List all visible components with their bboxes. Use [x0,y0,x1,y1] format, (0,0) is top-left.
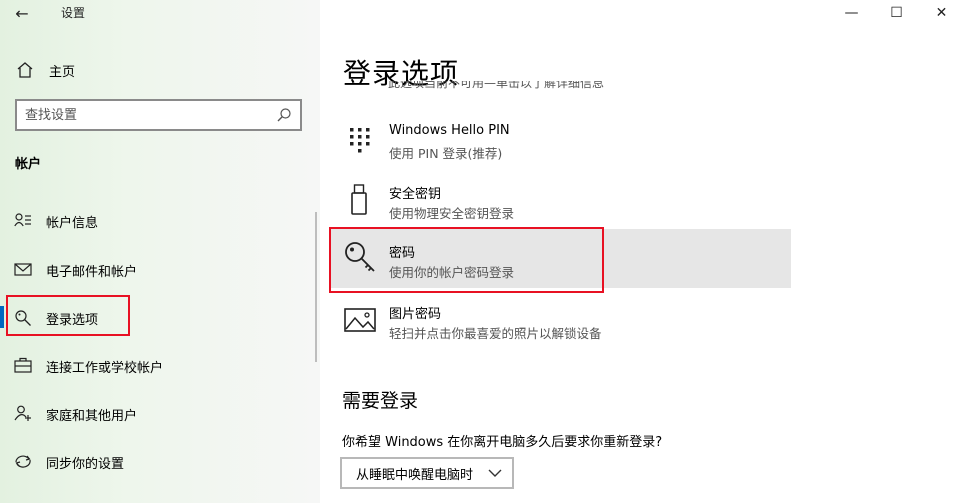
sidebar-item-family[interactable]: 家庭和其他用户 [0,396,314,430]
search-box[interactable] [15,99,302,131]
back-arrow-icon: ← [15,3,29,23]
account-info-icon [14,213,31,227]
option-title: 图片密码 [389,307,442,322]
minimize-icon: — [844,5,859,21]
sidebar-item-work-school[interactable]: 连接工作或学校帐户 [0,348,314,382]
sync-icon [15,455,31,468]
option-security-key[interactable]: 安全密钥 使用物理安全密钥登录 [330,170,790,230]
sidebar-item-label: 帐户信息 [46,216,99,231]
pin-keypad-icon [350,128,370,153]
picture-icon [344,308,376,332]
option-title: 安全密钥 [389,187,442,202]
require-signin-dropdown[interactable]: 从睡眠中唤醒电脑时 [340,457,514,489]
highlight-box [329,227,604,293]
sidebar-item-label: 家庭和其他用户 [46,409,138,424]
sidebar-item-label: 连接工作或学校帐户 [46,361,164,376]
sidebar-item-account-info[interactable]: 帐户信息 [0,203,314,237]
option-title: Windows Hello PIN [389,123,510,138]
option-windows-hello-pin[interactable]: Windows Hello PIN 使用 PIN 登录(推荐) [330,110,790,170]
app-title: 设置 [61,6,86,20]
home-label: 主页 [49,64,76,80]
minimize-button[interactable]: — [829,0,874,26]
maximize-button[interactable]: ☐ [874,0,919,26]
option-description: 轻扫并点击你最喜爱的照片以解锁设备 [389,326,602,341]
back-button[interactable]: ← [10,2,34,24]
sidebar-scrollbar[interactable] [315,212,317,362]
sidebar-item-email[interactable]: 电子邮件和帐户 [0,252,314,286]
title-bar: ← 设置 [0,0,320,26]
window-controls: — ☐ ✕ [829,0,964,26]
briefcase-icon [14,357,32,373]
option-description: 使用物理安全密钥登录 [389,206,515,221]
maximize-icon: ☐ [890,5,903,21]
sidebar-item-label: 电子邮件和帐户 [46,265,138,280]
close-icon: ✕ [935,5,948,21]
sidebar-item-label: 同步你的设置 [46,457,125,472]
home-icon [17,62,33,78]
active-indicator [0,306,4,328]
sidebar: ← 设置 主页 帐户 帐户信息 电子邮件和帐户 [0,0,320,503]
person-add-icon [14,405,31,421]
sidebar-item-sync[interactable]: 同步你的设置 [0,444,314,478]
home-nav-item[interactable]: 主页 [14,58,304,82]
highlight-box [6,295,130,336]
option-description: 使用 PIN 登录(推荐) [389,146,503,161]
dropdown-value: 从睡眠中唤醒电脑时 [356,467,474,483]
require-signin-question: 你希望 Windows 在你离开电脑多久后要求你重新登录? [342,435,663,450]
option-picture-password[interactable]: 图片密码 轻扫并点击你最喜爱的照片以解锁设备 [330,290,790,350]
close-button[interactable]: ✕ [919,0,964,26]
search-icon [277,108,291,122]
chevron-down-icon [488,469,502,477]
require-signin-heading: 需要登录 [342,390,419,412]
clipped-option-text: 此选项当前不可用—单击以了解详细信息 [388,81,605,90]
mail-icon [14,263,32,276]
main-content: — ☐ ✕ 登录选项 此选项当前不可用—单击以了解详细信息 Windows He… [320,0,964,503]
face-icon [350,82,368,90]
usb-key-icon [351,184,367,215]
section-header: 帐户 [15,157,42,172]
search-input[interactable] [25,106,265,124]
